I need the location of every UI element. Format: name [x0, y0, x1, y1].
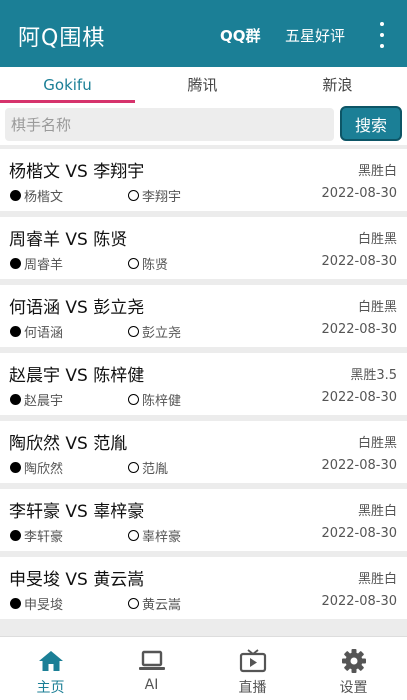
white-player-name: 范胤 — [142, 462, 169, 477]
white-player-name: 陈梓健 — [142, 394, 182, 409]
white-player-name: 辜梓豪 — [142, 530, 182, 545]
white-stone-icon — [128, 394, 139, 405]
match-title: 杨楷文 VS 李翔宇 — [9, 162, 145, 182]
match-date: 2022-08-30 — [321, 594, 397, 609]
white-player-name: 黄云嵩 — [142, 598, 182, 613]
nav-live-label: 直播 — [238, 680, 267, 696]
source-tabs: Gokifu 腾讯 新浪 — [0, 67, 407, 103]
match-title: 周睿羊 VS 陈贤 — [9, 230, 128, 250]
white-player-name: 李翔宇 — [142, 190, 182, 205]
match-result: 黑胜白 — [357, 572, 397, 587]
white-player-name: 彭立尧 — [142, 326, 182, 341]
black-player-name: 李轩豪 — [24, 530, 64, 545]
white-stone-icon — [128, 190, 139, 201]
nav-settings-label: 设置 — [339, 680, 368, 696]
app-bar: 阿Q围棋 QQ群 五星好评 — [0, 0, 407, 67]
gear-icon — [342, 649, 366, 673]
white-player: 辜梓豪 — [128, 526, 181, 545]
app-title: 阿Q围棋 — [18, 26, 106, 51]
qq-group-button[interactable]: QQ群 — [220, 25, 261, 46]
match-date: 2022-08-30 — [321, 254, 397, 269]
white-player-name: 陈贤 — [142, 258, 169, 273]
black-stone-icon — [10, 394, 21, 405]
black-player-name: 赵晨宇 — [24, 394, 64, 409]
black-player-name: 申旻埈 — [24, 598, 64, 613]
nav-ai-label: AI — [144, 677, 159, 693]
match-date: 2022-08-30 — [321, 322, 397, 337]
black-player: 申旻埈 — [10, 594, 63, 613]
black-stone-icon — [10, 462, 21, 473]
match-date: 2022-08-30 — [321, 186, 397, 201]
black-stone-icon — [10, 258, 21, 269]
black-player: 杨楷文 — [10, 186, 63, 205]
black-player: 陶欣然 — [10, 458, 63, 477]
match-result: 白胜黑 — [357, 232, 397, 247]
white-player: 黄云嵩 — [128, 594, 181, 613]
laptop-icon — [139, 650, 165, 670]
search-button[interactable]: 搜索 — [340, 106, 402, 141]
match-title: 李轩豪 VS 辜梓豪 — [9, 502, 145, 522]
black-player-name: 何语涵 — [24, 326, 64, 341]
game-row[interactable]: 杨楷文 VS 李翔宇 黑胜白 杨楷文 李翔宇 2022-08-30 — [0, 149, 407, 211]
more-options-icon[interactable] — [372, 22, 392, 48]
match-result: 黑胜3.5 — [350, 368, 397, 383]
match-result: 白胜黑 — [357, 436, 397, 451]
nav-live[interactable]: 直播 — [202, 637, 303, 700]
match-result: 黑胜白 — [357, 504, 397, 519]
black-stone-icon — [10, 530, 21, 541]
black-stone-icon — [10, 326, 21, 337]
white-stone-icon — [128, 326, 139, 337]
game-row[interactable]: 陶欣然 VS 范胤 白胜黑 陶欣然 范胤 2022-08-30 — [0, 421, 407, 483]
black-player: 赵晨宇 — [10, 390, 63, 409]
match-date: 2022-08-30 — [321, 458, 397, 473]
white-player: 陈贤 — [128, 254, 168, 273]
match-result: 白胜黑 — [357, 300, 397, 315]
match-title: 申旻埈 VS 黄云嵩 — [9, 570, 145, 590]
nav-home-label: 主页 — [36, 680, 65, 696]
match-title: 陶欣然 VS 范胤 — [9, 434, 128, 454]
tv-icon — [239, 649, 267, 673]
game-row[interactable]: 何语涵 VS 彭立尧 白胜黑 何语涵 彭立尧 2022-08-30 — [0, 285, 407, 347]
white-player: 陈梓健 — [128, 390, 181, 409]
game-row[interactable]: 赵晨宇 VS 陈梓健 黑胜3.5 赵晨宇 陈梓健 2022-08-30 — [0, 353, 407, 415]
home-icon — [39, 651, 63, 671]
black-player: 周睿羊 — [10, 254, 63, 273]
nav-ai[interactable]: AI — [101, 637, 202, 700]
black-stone-icon — [10, 190, 21, 201]
match-title: 赵晨宇 VS 陈梓健 — [9, 366, 145, 386]
player-search-input[interactable] — [5, 108, 334, 141]
match-result: 黑胜白 — [357, 164, 397, 179]
match-title: 何语涵 VS 彭立尧 — [9, 298, 145, 318]
nav-settings[interactable]: 设置 — [303, 637, 404, 700]
bottom-navigation: 主页 AI 直播 设置 — [0, 636, 407, 700]
match-date: 2022-08-30 — [321, 526, 397, 541]
search-bar: 搜索 — [0, 103, 407, 145]
black-player: 李轩豪 — [10, 526, 63, 545]
tab-sina[interactable]: 新浪 — [270, 67, 405, 103]
white-stone-icon — [128, 462, 139, 473]
white-player: 彭立尧 — [128, 322, 181, 341]
black-player: 何语涵 — [10, 322, 63, 341]
black-player-name: 杨楷文 — [24, 190, 64, 205]
five-star-rating-button[interactable]: 五星好评 — [285, 25, 345, 46]
white-stone-icon — [128, 598, 139, 609]
game-row[interactable]: 申旻埈 VS 黄云嵩 黑胜白 申旻埈 黄云嵩 2022-08-30 — [0, 557, 407, 619]
black-player-name: 周睿羊 — [24, 258, 64, 273]
game-row[interactable]: 李轩豪 VS 辜梓豪 黑胜白 李轩豪 辜梓豪 2022-08-30 — [0, 489, 407, 551]
white-player: 范胤 — [128, 458, 168, 477]
black-stone-icon — [10, 598, 21, 609]
match-date: 2022-08-30 — [321, 390, 397, 405]
tab-gokifu[interactable]: Gokifu — [0, 67, 135, 103]
game-row[interactable]: 周睿羊 VS 陈贤 白胜黑 周睿羊 陈贤 2022-08-30 — [0, 217, 407, 279]
black-player-name: 陶欣然 — [24, 462, 64, 477]
white-stone-icon — [128, 530, 139, 541]
nav-home[interactable]: 主页 — [0, 637, 101, 700]
tab-tencent[interactable]: 腾讯 — [135, 67, 270, 103]
white-stone-icon — [128, 258, 139, 269]
white-player: 李翔宇 — [128, 186, 181, 205]
